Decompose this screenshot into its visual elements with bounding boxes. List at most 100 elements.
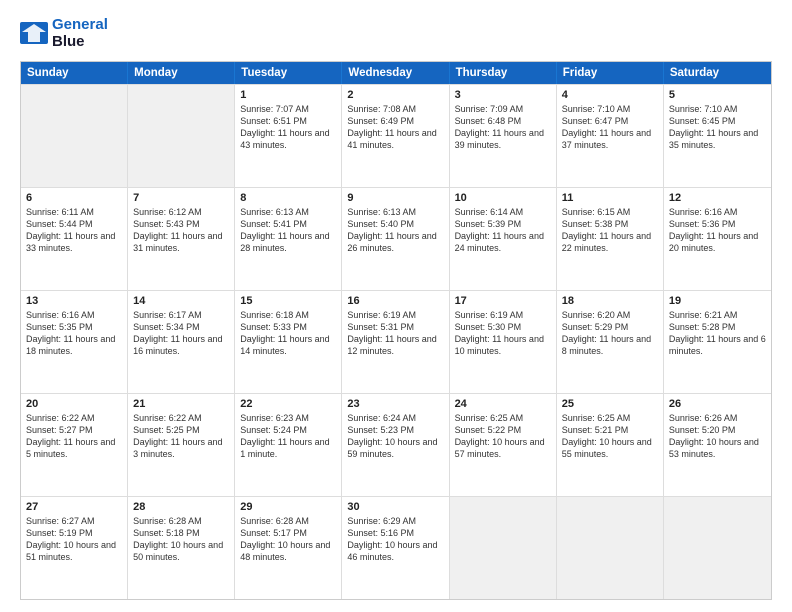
day-info: Sunrise: 6:22 AM Sunset: 5:25 PM Dayligh… [133, 412, 229, 461]
day-number: 7 [133, 192, 229, 204]
calendar-cell: 20 Sunrise: 6:22 AM Sunset: 5:27 PM Dayli… [21, 394, 128, 496]
day-number: 5 [669, 89, 766, 101]
calendar-cell: 21 Sunrise: 6:22 AM Sunset: 5:25 PM Dayli… [128, 394, 235, 496]
logo-text: General Blue [52, 16, 108, 51]
header-day-tuesday: Tuesday [235, 62, 342, 84]
day-info: Sunrise: 7:10 AM Sunset: 6:45 PM Dayligh… [669, 103, 766, 152]
day-info: Sunrise: 6:20 AM Sunset: 5:29 PM Dayligh… [562, 309, 658, 358]
calendar-row-5: 27 Sunrise: 6:27 AM Sunset: 5:19 PM Dayli… [21, 496, 771, 599]
day-info: Sunrise: 6:25 AM Sunset: 5:22 PM Dayligh… [455, 412, 551, 461]
day-number: 13 [26, 295, 122, 307]
calendar-cell: 7 Sunrise: 6:12 AM Sunset: 5:43 PM Daylig… [128, 188, 235, 290]
logo-icon [20, 22, 48, 44]
day-number: 14 [133, 295, 229, 307]
calendar-cell: 10Sunrise: 6:14 AM Sunset: 5:39 PM Dayli… [450, 188, 557, 290]
calendar-cell: 28 Sunrise: 6:28 AM Sunset: 5:18 PM Dayli… [128, 497, 235, 599]
day-info: Sunrise: 7:07 AM Sunset: 6:51 PM Dayligh… [240, 103, 336, 152]
header-day-wednesday: Wednesday [342, 62, 449, 84]
calendar-cell: 29 Sunrise: 6:28 AM Sunset: 5:17 PM Dayli… [235, 497, 342, 599]
calendar-cell: 1Sunrise: 7:07 AM Sunset: 6:51 PM Daylig… [235, 85, 342, 187]
day-info: Sunrise: 6:28 AM Sunset: 5:18 PM Dayligh… [133, 515, 229, 564]
day-number: 30 [347, 501, 443, 513]
day-info: Sunrise: 6:18 AM Sunset: 5:33 PM Dayligh… [240, 309, 336, 358]
calendar-cell: 25 Sunrise: 6:25 AM Sunset: 5:21 PM Dayli… [557, 394, 664, 496]
calendar-cell: 23Sunrise: 6:24 AM Sunset: 5:23 PM Dayli… [342, 394, 449, 496]
calendar-body: 1Sunrise: 7:07 AM Sunset: 6:51 PM Daylig… [21, 84, 771, 600]
day-info: Sunrise: 6:26 AM Sunset: 5:20 PM Dayligh… [669, 412, 766, 461]
day-info: Sunrise: 6:21 AM Sunset: 5:28 PM Dayligh… [669, 309, 766, 358]
calendar-cell: 27 Sunrise: 6:27 AM Sunset: 5:19 PM Dayli… [21, 497, 128, 599]
calendar-row-2: 6Sunrise: 6:11 AM Sunset: 5:44 PM Daylig… [21, 187, 771, 290]
day-number: 23 [347, 398, 443, 410]
day-info: Sunrise: 6:19 AM Sunset: 5:30 PM Dayligh… [455, 309, 551, 358]
calendar-row-3: 13 Sunrise: 6:16 AM Sunset: 5:35 PM Dayli… [21, 290, 771, 393]
calendar-cell: 19 Sunrise: 6:21 AM Sunset: 5:28 PM Dayli… [664, 291, 771, 393]
day-info: Sunrise: 6:28 AM Sunset: 5:17 PM Dayligh… [240, 515, 336, 564]
day-info: Sunrise: 7:09 AM Sunset: 6:48 PM Dayligh… [455, 103, 551, 152]
day-info: Sunrise: 6:12 AM Sunset: 5:43 PM Dayligh… [133, 206, 229, 255]
calendar-cell: 4Sunrise: 7:10 AM Sunset: 6:47 PM Daylig… [557, 85, 664, 187]
calendar-cell: 8 Sunrise: 6:13 AM Sunset: 5:41 PM Daylig… [235, 188, 342, 290]
day-info: Sunrise: 6:13 AM Sunset: 5:40 PM Dayligh… [347, 206, 443, 255]
calendar: SundayMondayTuesdayWednesdayThursdayFrid… [20, 61, 772, 601]
day-info: Sunrise: 7:08 AM Sunset: 6:49 PM Dayligh… [347, 103, 443, 152]
day-info: Sunrise: 6:27 AM Sunset: 5:19 PM Dayligh… [26, 515, 122, 564]
calendar-cell: 5 Sunrise: 7:10 AM Sunset: 6:45 PM Daylig… [664, 85, 771, 187]
calendar-cell [557, 497, 664, 599]
page: General Blue SundayMondayTuesdayWednesda… [0, 0, 792, 612]
header-day-monday: Monday [128, 62, 235, 84]
calendar-header: SundayMondayTuesdayWednesdayThursdayFrid… [21, 62, 771, 84]
day-info: Sunrise: 6:16 AM Sunset: 5:36 PM Dayligh… [669, 206, 766, 255]
day-number: 21 [133, 398, 229, 410]
day-number: 4 [562, 89, 658, 101]
header-day-saturday: Saturday [664, 62, 771, 84]
day-info: Sunrise: 6:25 AM Sunset: 5:21 PM Dayligh… [562, 412, 658, 461]
day-number: 18 [562, 295, 658, 307]
day-number: 6 [26, 192, 122, 204]
day-info: Sunrise: 6:16 AM Sunset: 5:35 PM Dayligh… [26, 309, 122, 358]
day-number: 11 [562, 192, 658, 204]
day-number: 29 [240, 501, 336, 513]
header-day-thursday: Thursday [450, 62, 557, 84]
calendar-cell: 22 Sunrise: 6:23 AM Sunset: 5:24 PM Dayli… [235, 394, 342, 496]
calendar-cell: 12 Sunrise: 6:16 AM Sunset: 5:36 PM Dayli… [664, 188, 771, 290]
calendar-cell: 15 Sunrise: 6:18 AM Sunset: 5:33 PM Dayli… [235, 291, 342, 393]
calendar-cell: 11 Sunrise: 6:15 AM Sunset: 5:38 PM Dayli… [557, 188, 664, 290]
calendar-cell: 14 Sunrise: 6:17 AM Sunset: 5:34 PM Dayli… [128, 291, 235, 393]
day-number: 25 [562, 398, 658, 410]
calendar-cell: 30 Sunrise: 6:29 AM Sunset: 5:16 PM Dayli… [342, 497, 449, 599]
day-number: 12 [669, 192, 766, 204]
calendar-cell [450, 497, 557, 599]
calendar-cell: 3Sunrise: 7:09 AM Sunset: 6:48 PM Daylig… [450, 85, 557, 187]
day-info: Sunrise: 6:29 AM Sunset: 5:16 PM Dayligh… [347, 515, 443, 564]
day-number: 27 [26, 501, 122, 513]
day-info: Sunrise: 6:22 AM Sunset: 5:27 PM Dayligh… [26, 412, 122, 461]
day-info: Sunrise: 6:15 AM Sunset: 5:38 PM Dayligh… [562, 206, 658, 255]
day-number: 22 [240, 398, 336, 410]
logo: General Blue [20, 16, 108, 51]
calendar-cell: 24Sunrise: 6:25 AM Sunset: 5:22 PM Dayli… [450, 394, 557, 496]
day-number: 16 [347, 295, 443, 307]
day-number: 15 [240, 295, 336, 307]
calendar-row-1: 1Sunrise: 7:07 AM Sunset: 6:51 PM Daylig… [21, 84, 771, 187]
calendar-cell: 16 Sunrise: 6:19 AM Sunset: 5:31 PM Dayli… [342, 291, 449, 393]
day-info: Sunrise: 6:19 AM Sunset: 5:31 PM Dayligh… [347, 309, 443, 358]
day-number: 28 [133, 501, 229, 513]
header-day-sunday: Sunday [21, 62, 128, 84]
day-number: 19 [669, 295, 766, 307]
day-number: 8 [240, 192, 336, 204]
calendar-cell [664, 497, 771, 599]
calendar-cell: 9Sunrise: 6:13 AM Sunset: 5:40 PM Daylig… [342, 188, 449, 290]
calendar-cell [128, 85, 235, 187]
day-number: 17 [455, 295, 551, 307]
day-info: Sunrise: 6:17 AM Sunset: 5:34 PM Dayligh… [133, 309, 229, 358]
day-info: Sunrise: 6:13 AM Sunset: 5:41 PM Dayligh… [240, 206, 336, 255]
day-number: 2 [347, 89, 443, 101]
calendar-cell: 2 Sunrise: 7:08 AM Sunset: 6:49 PM Daylig… [342, 85, 449, 187]
calendar-row-4: 20 Sunrise: 6:22 AM Sunset: 5:27 PM Dayli… [21, 393, 771, 496]
day-info: Sunrise: 6:23 AM Sunset: 5:24 PM Dayligh… [240, 412, 336, 461]
calendar-cell: 6Sunrise: 6:11 AM Sunset: 5:44 PM Daylig… [21, 188, 128, 290]
day-number: 20 [26, 398, 122, 410]
calendar-cell: 13 Sunrise: 6:16 AM Sunset: 5:35 PM Dayli… [21, 291, 128, 393]
calendar-cell: 26Sunrise: 6:26 AM Sunset: 5:20 PM Dayli… [664, 394, 771, 496]
